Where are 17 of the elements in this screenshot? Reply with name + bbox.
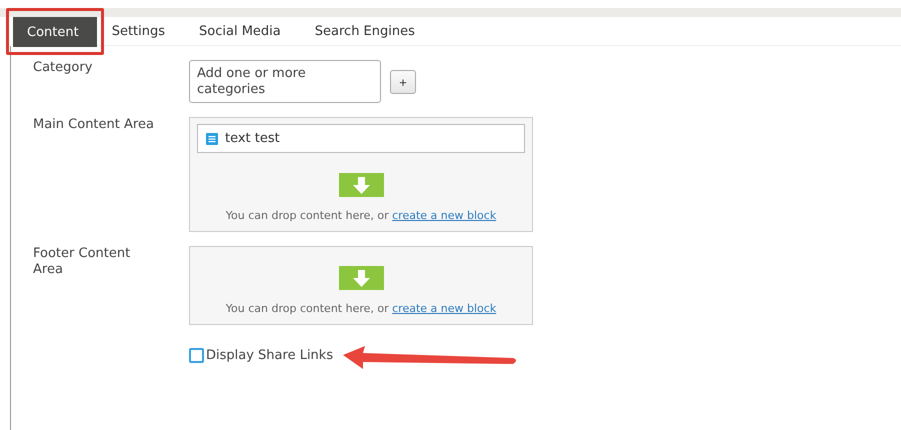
tab[interactable]: Settings [104,17,182,45]
create-block-link[interactable]: create a new block [392,209,496,222]
field-label: Category [33,60,94,76]
field-label: Footer Content Area [33,246,132,278]
create-block-link[interactable]: create a new block [392,302,496,315]
category-field[interactable]: Add one or more categories [189,60,381,103]
checkbox-label: Display Share Links [206,348,334,362]
field-label: Main Content Area [33,117,155,133]
drop-hint: You can drop content here, or create a new block [226,302,496,315]
tab[interactable]: Search Engines [298,17,432,45]
content-block[interactable]: text test [197,124,525,153]
checkbox[interactable] [189,348,204,362]
text-block-icon [206,132,218,144]
tab[interactable]: Social Media [182,17,298,45]
drop-hint: You can drop content here, or create a new block [226,209,496,222]
tab[interactable]: Content [13,17,97,47]
add-button[interactable]: + [390,70,416,94]
